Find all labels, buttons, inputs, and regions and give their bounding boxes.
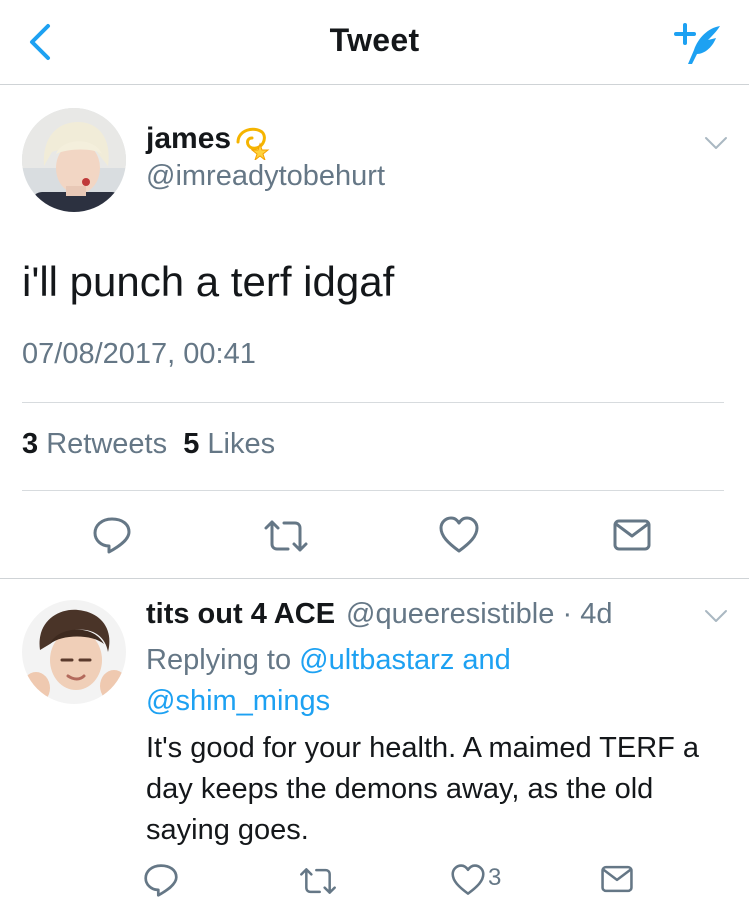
display-name[interactable]: james — [146, 122, 231, 156]
tweet-timestamp: 07/08/2017, 00:41 — [22, 338, 256, 370]
page-title: Tweet — [329, 22, 420, 58]
reply-text: It's good for your health. A maimed TERF… — [146, 732, 700, 846]
chevron-down-icon[interactable] — [704, 135, 728, 151]
reply-icon[interactable] — [92, 515, 132, 555]
heart-icon[interactable] — [438, 515, 480, 555]
nav-bar: Tweet — [0, 0, 749, 85]
retweet-icon[interactable] — [298, 866, 338, 896]
compose-tweet-icon[interactable] — [672, 20, 724, 66]
heart-icon[interactable] — [450, 863, 486, 897]
likes-label: Likes — [207, 428, 276, 460]
dizzy-emoji-icon — [236, 127, 270, 160]
mention-link[interactable]: @ultbastarz — [299, 644, 454, 676]
retweets-count: 3 — [22, 428, 39, 460]
replying-to: Replying to @ultbastarz and @shim_mings — [146, 640, 726, 722]
chevron-down-icon[interactable] — [704, 608, 728, 624]
tweet-text: i'll punch a terf idgaf — [22, 258, 395, 305]
section-divider — [0, 578, 749, 579]
reply-like-count: 3 — [488, 864, 502, 891]
replying-prefix: Replying to — [146, 644, 292, 676]
retweet-icon[interactable] — [262, 518, 310, 554]
reply-display-name[interactable]: tits out 4 ACE — [146, 598, 335, 631]
avatar[interactable] — [22, 108, 126, 212]
retweets-stat[interactable]: 3 Retweets — [22, 428, 167, 460]
reply-handle[interactable]: @queeresistible — [346, 598, 554, 630]
meta-separator: · — [562, 598, 573, 630]
reply-avatar[interactable] — [22, 600, 126, 704]
divider — [22, 490, 724, 491]
likes-count: 5 — [183, 428, 200, 460]
mention-link[interactable]: @shim_mings — [146, 685, 330, 717]
tweet-stats: 3 Retweets 5 Likes — [22, 428, 275, 461]
envelope-icon[interactable] — [612, 518, 652, 552]
retweets-label: Retweets — [46, 428, 168, 460]
reply-meta: @queeresistible · 4d — [346, 598, 612, 631]
reply-time: 4d — [580, 598, 613, 630]
user-handle[interactable]: @imreadytobehurt — [146, 160, 385, 193]
mention-conjunction[interactable]: and — [462, 644, 510, 676]
likes-stat[interactable]: 5 Likes — [183, 428, 275, 460]
reply-icon[interactable] — [143, 862, 179, 898]
divider — [22, 402, 724, 403]
envelope-icon[interactable] — [600, 864, 634, 894]
